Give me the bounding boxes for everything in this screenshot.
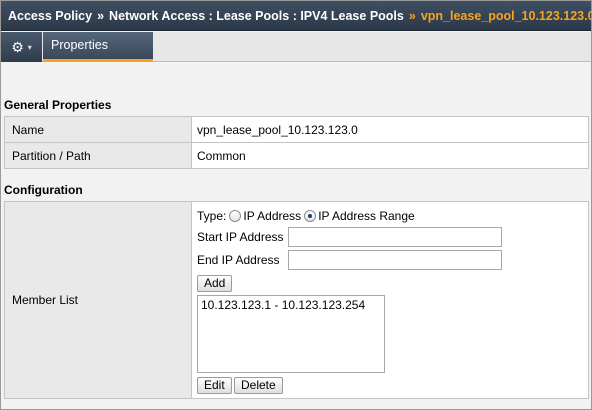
breadcrumb: Access Policy » Network Access : Lease P… (1, 1, 592, 31)
general-properties-heading: General Properties (4, 98, 112, 112)
configuration-heading: Configuration (4, 183, 83, 197)
table-row: Member List Type: IP Address IP Address … (4, 201, 589, 399)
add-button[interactable]: Add (197, 275, 233, 292)
start-ip-label: Start IP Address (197, 230, 284, 244)
partition-value: Common (191, 142, 589, 169)
tab-properties[interactable]: Properties (43, 32, 153, 62)
delete-button[interactable]: Delete (234, 377, 283, 394)
gear-icon: ⚙ (11, 38, 24, 55)
member-list-editor: Type: IP Address IP Address Range Start … (192, 202, 588, 398)
member-list-label: Member List (4, 201, 192, 399)
type-selector: Type: IP Address IP Address Range (197, 209, 415, 223)
breadcrumb-separator: » (97, 8, 105, 23)
ip-address-radio-label[interactable]: IP Address (243, 209, 301, 223)
member-listbox[interactable]: 10.123.123.1 - 10.123.123.254 (197, 295, 385, 373)
gear-menu-button[interactable]: ⚙ ▾ (1, 32, 42, 62)
breadcrumb-item-lease-pools[interactable]: Network Access : Lease Pools : IPV4 Leas… (109, 9, 404, 23)
breadcrumb-separator: » (408, 8, 416, 23)
ip-address-range-radio-label[interactable]: IP Address Range (318, 209, 415, 223)
table-row: Partition / Path Common (4, 142, 589, 169)
end-ip-row: End IP Address (197, 250, 502, 270)
name-label: Name (4, 116, 192, 143)
chevron-down-icon: ▾ (27, 42, 32, 52)
breadcrumb-current: vpn_lease_pool_10.123.123.0 (420, 8, 592, 23)
breadcrumb-item-access-policy[interactable]: Access Policy (8, 9, 92, 23)
start-ip-input[interactable] (288, 227, 502, 247)
partition-label: Partition / Path (4, 142, 192, 169)
page-frame: Access Policy » Network Access : Lease P… (0, 0, 592, 410)
type-label: Type: (197, 209, 227, 223)
ip-address-range-radio[interactable] (304, 210, 317, 222)
tab-bar: ⚙ ▾ Properties (1, 32, 591, 62)
end-ip-label: End IP Address (197, 253, 280, 267)
start-ip-row: Start IP Address (197, 227, 502, 247)
list-item[interactable]: 10.123.123.1 - 10.123.123.254 (201, 298, 381, 312)
table-row: Name vpn_lease_pool_10.123.123.0 (4, 116, 589, 143)
ip-address-radio[interactable] (229, 210, 242, 222)
configuration-table: Member List Type: IP Address IP Address … (4, 201, 589, 399)
edit-button[interactable]: Edit (197, 377, 232, 394)
general-properties-table: Name vpn_lease_pool_10.123.123.0 Partiti… (4, 116, 589, 169)
end-ip-input[interactable] (288, 250, 502, 270)
name-value: vpn_lease_pool_10.123.123.0 (191, 116, 589, 143)
